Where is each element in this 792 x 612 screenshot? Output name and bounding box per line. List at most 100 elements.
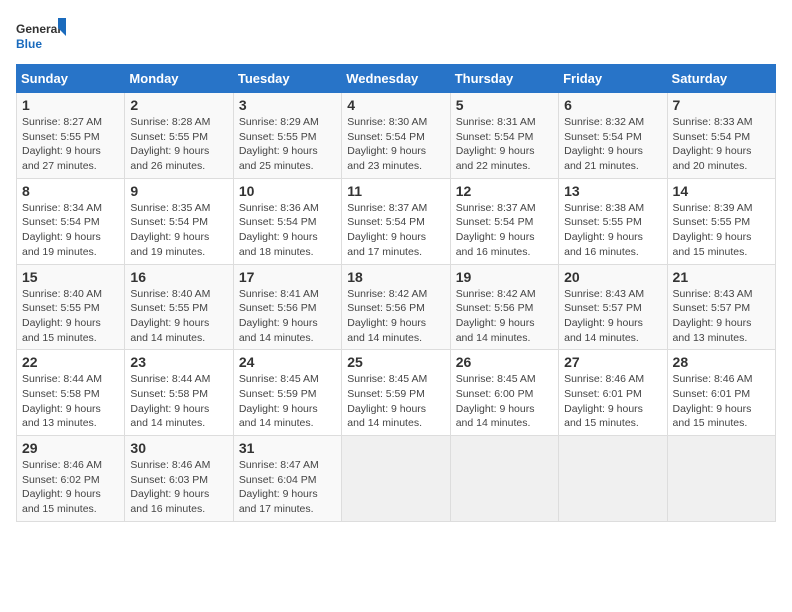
- calendar-cell: 19 Sunrise: 8:42 AMSunset: 5:56 PMDayligh…: [450, 264, 558, 350]
- weekday-header-friday: Friday: [559, 65, 667, 93]
- calendar-cell: 14Sunrise: 8:39 AMSunset: 5:55 PMDayligh…: [667, 178, 775, 264]
- svg-text:Blue: Blue: [16, 37, 42, 51]
- day-number: 13: [564, 183, 661, 199]
- day-number: 19: [456, 269, 553, 285]
- day-number: 27: [564, 354, 661, 370]
- day-number: 16: [130, 269, 227, 285]
- day-info: Sunrise: 8:46 AMSunset: 6:01 PMDaylight:…: [673, 372, 770, 431]
- day-info: Sunrise: 8:40 AMSunset: 5:55 PMDaylight:…: [22, 287, 119, 346]
- day-info: Sunrise: 8:43 AMSunset: 5:57 PMDaylight:…: [564, 287, 661, 346]
- day-number: 30: [130, 440, 227, 456]
- calendar-cell: 25 Sunrise: 8:45 AMSunset: 5:59 PMDayligh…: [342, 350, 450, 436]
- calendar-cell: 23Sunrise: 8:44 AMSunset: 5:58 PMDayligh…: [125, 350, 233, 436]
- calendar-cell: 20 Sunrise: 8:43 AMSunset: 5:57 PMDayligh…: [559, 264, 667, 350]
- day-info: Sunrise: 8:34 AMSunset: 5:54 PMDaylight:…: [22, 201, 119, 260]
- calendar-cell: 15 Sunrise: 8:40 AMSunset: 5:55 PMDayligh…: [17, 264, 125, 350]
- day-number: 25: [347, 354, 444, 370]
- day-info: Sunrise: 8:27 AMSunset: 5:55 PMDaylight:…: [22, 115, 119, 174]
- weekday-header-thursday: Thursday: [450, 65, 558, 93]
- calendar-cell: [450, 436, 558, 522]
- day-number: 20: [564, 269, 661, 285]
- calendar-cell: 4 Sunrise: 8:30 AMSunset: 5:54 PMDaylight…: [342, 93, 450, 179]
- day-info: Sunrise: 8:43 AMSunset: 5:57 PMDaylight:…: [673, 287, 770, 346]
- day-number: 23: [130, 354, 227, 370]
- day-number: 22: [22, 354, 119, 370]
- day-info: Sunrise: 8:37 AMSunset: 5:54 PMDaylight:…: [347, 201, 444, 260]
- day-info: Sunrise: 8:46 AMSunset: 6:03 PMDaylight:…: [130, 458, 227, 517]
- calendar-cell: 12 Sunrise: 8:37 AMSunset: 5:54 PMDayligh…: [450, 178, 558, 264]
- weekday-header-monday: Monday: [125, 65, 233, 93]
- calendar-cell: 24Sunrise: 8:45 AMSunset: 5:59 PMDayligh…: [233, 350, 341, 436]
- calendar-cell: 13 Sunrise: 8:38 AMSunset: 5:55 PMDayligh…: [559, 178, 667, 264]
- calendar-week-2: 8 Sunrise: 8:34 AMSunset: 5:54 PMDaylight…: [17, 178, 776, 264]
- calendar-header-row: SundayMondayTuesdayWednesdayThursdayFrid…: [17, 65, 776, 93]
- day-number: 11: [347, 183, 444, 199]
- day-number: 12: [456, 183, 553, 199]
- logo: General Blue: [16, 16, 66, 56]
- calendar-cell: 6 Sunrise: 8:32 AMSunset: 5:54 PMDaylight…: [559, 93, 667, 179]
- weekday-header-sunday: Sunday: [17, 65, 125, 93]
- day-info: Sunrise: 8:39 AMSunset: 5:55 PMDaylight:…: [673, 201, 770, 260]
- day-number: 21: [673, 269, 770, 285]
- calendar-cell: 30 Sunrise: 8:46 AMSunset: 6:03 PMDayligh…: [125, 436, 233, 522]
- day-number: 15: [22, 269, 119, 285]
- calendar-cell: 31Sunrise: 8:47 AMSunset: 6:04 PMDayligh…: [233, 436, 341, 522]
- day-info: Sunrise: 8:42 AMSunset: 5:56 PMDaylight:…: [456, 287, 553, 346]
- calendar-week-5: 29 Sunrise: 8:46 AMSunset: 6:02 PMDayligh…: [17, 436, 776, 522]
- calendar-cell: [559, 436, 667, 522]
- day-info: Sunrise: 8:38 AMSunset: 5:55 PMDaylight:…: [564, 201, 661, 260]
- weekday-header-saturday: Saturday: [667, 65, 775, 93]
- day-number: 28: [673, 354, 770, 370]
- day-number: 9: [130, 183, 227, 199]
- calendar-cell: 29 Sunrise: 8:46 AMSunset: 6:02 PMDayligh…: [17, 436, 125, 522]
- calendar-cell: 22 Sunrise: 8:44 AMSunset: 5:58 PMDayligh…: [17, 350, 125, 436]
- day-number: 17: [239, 269, 336, 285]
- logo-svg: General Blue: [16, 16, 66, 56]
- weekday-header-tuesday: Tuesday: [233, 65, 341, 93]
- calendar-cell: 28 Sunrise: 8:46 AMSunset: 6:01 PMDayligh…: [667, 350, 775, 436]
- day-info: Sunrise: 8:40 AMSunset: 5:55 PMDaylight:…: [130, 287, 227, 346]
- day-info: Sunrise: 8:28 AMSunset: 5:55 PMDaylight:…: [130, 115, 227, 174]
- day-number: 3: [239, 97, 336, 113]
- calendar-cell: 21 Sunrise: 8:43 AMSunset: 5:57 PMDayligh…: [667, 264, 775, 350]
- day-info: Sunrise: 8:45 AMSunset: 6:00 PMDaylight:…: [456, 372, 553, 431]
- day-number: 31: [239, 440, 336, 456]
- calendar-cell: 2Sunrise: 8:28 AMSunset: 5:55 PMDaylight…: [125, 93, 233, 179]
- day-info: Sunrise: 8:32 AMSunset: 5:54 PMDaylight:…: [564, 115, 661, 174]
- header: General Blue: [16, 16, 776, 56]
- calendar-cell: 8 Sunrise: 8:34 AMSunset: 5:54 PMDaylight…: [17, 178, 125, 264]
- calendar-cell: 16 Sunrise: 8:40 AMSunset: 5:55 PMDayligh…: [125, 264, 233, 350]
- day-info: Sunrise: 8:29 AMSunset: 5:55 PMDaylight:…: [239, 115, 336, 174]
- day-info: Sunrise: 8:45 AMSunset: 5:59 PMDaylight:…: [239, 372, 336, 431]
- svg-text:General: General: [16, 22, 61, 36]
- weekday-header-wednesday: Wednesday: [342, 65, 450, 93]
- calendar-cell: 5 Sunrise: 8:31 AMSunset: 5:54 PMDaylight…: [450, 93, 558, 179]
- calendar-week-1: 1Sunrise: 8:27 AMSunset: 5:55 PMDaylight…: [17, 93, 776, 179]
- day-info: Sunrise: 8:45 AMSunset: 5:59 PMDaylight:…: [347, 372, 444, 431]
- calendar-table: SundayMondayTuesdayWednesdayThursdayFrid…: [16, 64, 776, 522]
- day-info: Sunrise: 8:46 AMSunset: 6:02 PMDaylight:…: [22, 458, 119, 517]
- day-number: 5: [456, 97, 553, 113]
- calendar-cell: 17Sunrise: 8:41 AMSunset: 5:56 PMDayligh…: [233, 264, 341, 350]
- day-number: 6: [564, 97, 661, 113]
- day-info: Sunrise: 8:44 AMSunset: 5:58 PMDaylight:…: [22, 372, 119, 431]
- calendar-cell: [342, 436, 450, 522]
- calendar-cell: 1Sunrise: 8:27 AMSunset: 5:55 PMDaylight…: [17, 93, 125, 179]
- day-number: 4: [347, 97, 444, 113]
- calendar-week-3: 15 Sunrise: 8:40 AMSunset: 5:55 PMDayligh…: [17, 264, 776, 350]
- calendar-week-4: 22 Sunrise: 8:44 AMSunset: 5:58 PMDayligh…: [17, 350, 776, 436]
- day-number: 29: [22, 440, 119, 456]
- day-info: Sunrise: 8:33 AMSunset: 5:54 PMDaylight:…: [673, 115, 770, 174]
- day-info: Sunrise: 8:30 AMSunset: 5:54 PMDaylight:…: [347, 115, 444, 174]
- day-info: Sunrise: 8:31 AMSunset: 5:54 PMDaylight:…: [456, 115, 553, 174]
- day-number: 10: [239, 183, 336, 199]
- calendar-cell: 7Sunrise: 8:33 AMSunset: 5:54 PMDaylight…: [667, 93, 775, 179]
- day-number: 26: [456, 354, 553, 370]
- day-number: 8: [22, 183, 119, 199]
- calendar-cell: 10Sunrise: 8:36 AMSunset: 5:54 PMDayligh…: [233, 178, 341, 264]
- day-info: Sunrise: 8:42 AMSunset: 5:56 PMDaylight:…: [347, 287, 444, 346]
- calendar-body: 1Sunrise: 8:27 AMSunset: 5:55 PMDaylight…: [17, 93, 776, 522]
- day-number: 18: [347, 269, 444, 285]
- calendar-cell: 11 Sunrise: 8:37 AMSunset: 5:54 PMDayligh…: [342, 178, 450, 264]
- day-info: Sunrise: 8:37 AMSunset: 5:54 PMDaylight:…: [456, 201, 553, 260]
